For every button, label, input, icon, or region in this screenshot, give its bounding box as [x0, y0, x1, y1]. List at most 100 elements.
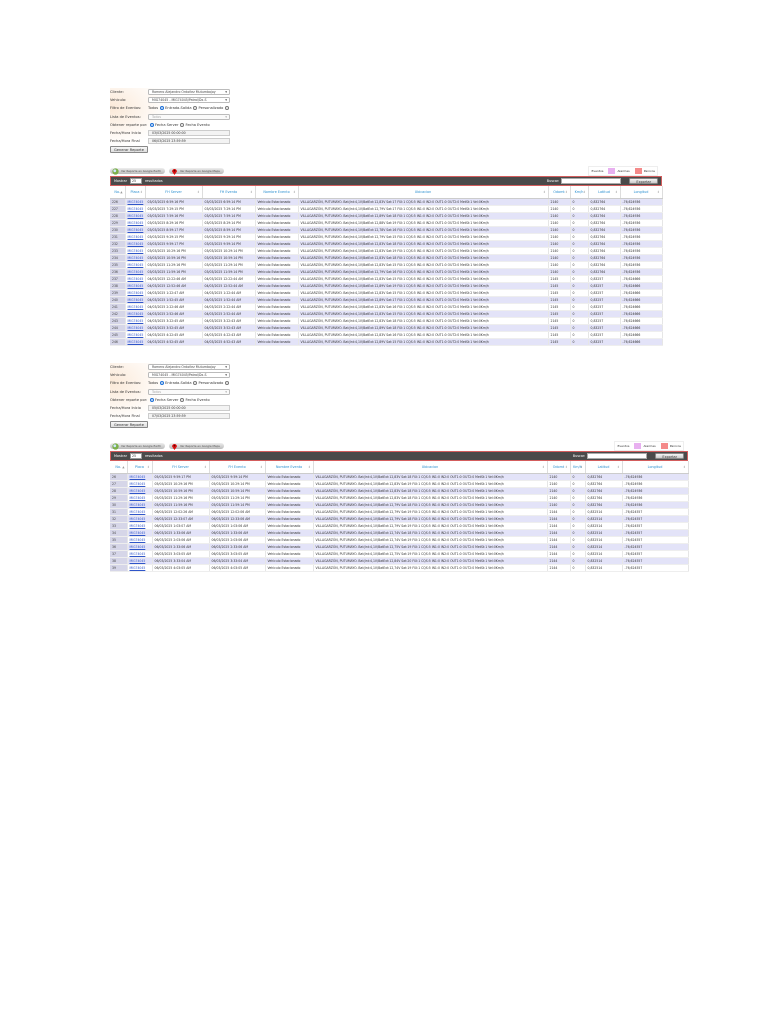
placa-link[interactable]: MIG74045: [128, 319, 144, 323]
column-header-fh-evento[interactable]: FH Evento ⇕: [202, 186, 256, 199]
column-header-no[interactable]: No. ▲: [110, 461, 128, 474]
generar-reporte-button[interactable]: Generar Reporte: [110, 421, 148, 429]
placa-link[interactable]: MIG74045: [128, 242, 144, 246]
todos-radio[interactable]: [159, 381, 164, 386]
sort-icon[interactable]: ⇕: [140, 190, 143, 194]
column-header-latitud[interactable]: Latitud ⇕: [588, 186, 621, 199]
placa-link[interactable]: MIG74045: [128, 284, 144, 288]
search-input[interactable]: [561, 178, 622, 184]
column-header-longitud[interactable]: Longitud ⇕: [622, 461, 689, 474]
sort-icon[interactable]: ⇕: [615, 190, 618, 194]
placa-link[interactable]: MIG74045: [128, 235, 144, 239]
sort-icon[interactable]: ⇕: [542, 465, 545, 469]
sort-icon[interactable]: ⇕: [147, 465, 150, 469]
column-header-ubicacion[interactable]: Ubicacion ⇕: [298, 186, 549, 199]
column-header-velocidad[interactable]: Km/h ⇕: [570, 186, 589, 199]
fecha-inicio-input[interactable]: 03/03/2025 00:00:00: [148, 130, 230, 136]
sort-icon[interactable]: ⇕: [543, 190, 546, 194]
personalizado-radio[interactable]: [224, 381, 229, 386]
placa-link[interactable]: MIG74045: [128, 263, 144, 267]
placa-link[interactable]: MIG74045: [128, 221, 144, 225]
fecha-final-input[interactable]: 06/03/2025 23:59:59: [148, 138, 230, 144]
placa-link[interactable]: MIG74045: [128, 228, 144, 232]
placa-link[interactable]: MIG74045: [130, 566, 146, 570]
entrada-salida-radio[interactable]: [193, 381, 198, 386]
google-earth-button[interactable]: Ver Reporte en Google Earth: [110, 442, 165, 450]
placa-link[interactable]: MIG74045: [130, 482, 146, 486]
placa-link[interactable]: MIG74045: [130, 489, 146, 493]
placa-link[interactable]: MIG74045: [130, 475, 146, 479]
lista-eventos-select[interactable]: Todos: [148, 113, 230, 120]
placa-link[interactable]: MIG74045: [128, 305, 144, 309]
column-header-nombre-evento[interactable]: Nombre Evento ⇕: [265, 461, 314, 474]
placa-link[interactable]: MIG74045: [130, 510, 146, 514]
sort-icon[interactable]: ⇕: [683, 465, 686, 469]
column-header-fh-server[interactable]: FH Server ⇕: [152, 461, 210, 474]
sort-icon[interactable]: ⇕: [657, 190, 660, 194]
column-header-odometro[interactable]: Odomt ⇕: [548, 186, 571, 199]
placa-link[interactable]: MIG74045: [130, 496, 146, 500]
placa-link[interactable]: MIG74045: [130, 531, 146, 535]
placa-link[interactable]: MIG74045: [128, 326, 144, 330]
placa-link[interactable]: MIG74045: [130, 524, 146, 528]
exportar-button[interactable]: Exportar: [629, 177, 658, 185]
sort-icon[interactable]: ⇕: [204, 465, 207, 469]
placa-link[interactable]: MIG74045: [128, 270, 144, 274]
cliente-select[interactable]: Romero Alejandro Ordoñez Mutumbajoy: [148, 364, 230, 371]
page-size-select[interactable]: 25: [129, 178, 142, 184]
placa-link[interactable]: MIG74045: [130, 517, 146, 521]
column-header-fh-evento[interactable]: FH Evento ⇕: [209, 461, 266, 474]
fecha-evento-radio[interactable]: [179, 397, 184, 402]
column-header-placa[interactable]: Placa ⇕: [125, 186, 146, 199]
column-header-fh-server[interactable]: FH Server ⇕: [145, 186, 203, 199]
placa-link[interactable]: MIG74045: [128, 207, 144, 211]
entrada-salida-radio[interactable]: [193, 106, 198, 111]
column-header-latitud[interactable]: Latitud ⇕: [585, 461, 623, 474]
placa-link[interactable]: MIG74045: [128, 333, 144, 337]
generar-reporte-button[interactable]: Generar Reporte: [110, 146, 148, 154]
google-earth-button[interactable]: Ver Reporte en Google Earth: [110, 167, 165, 175]
placa-link[interactable]: MIG74045: [128, 214, 144, 218]
placa-link[interactable]: MIG74045: [130, 552, 146, 556]
column-header-longitud[interactable]: Longitud ⇕: [620, 186, 663, 199]
placa-link[interactable]: MIG74045: [128, 291, 144, 295]
sort-icon[interactable]: ⇕: [260, 465, 263, 469]
exportar-button[interactable]: Exportar: [655, 452, 684, 460]
column-header-ubicacion[interactable]: Ubicacion ⇕: [313, 461, 548, 474]
sort-icon[interactable]: ⇕: [583, 190, 586, 194]
placa-link[interactable]: MIG74045: [130, 503, 146, 507]
google-maps-button[interactable]: Ver Reporte en Google Maps: [168, 168, 224, 175]
todos-radio[interactable]: [159, 106, 164, 111]
placa-link[interactable]: MIG74045: [128, 256, 144, 260]
cliente-select[interactable]: Romero Alejandro Ordoñez Mutumbajoy: [148, 89, 230, 96]
placa-link[interactable]: MIG74045: [128, 249, 144, 253]
placa-link[interactable]: MIG74045: [128, 298, 144, 302]
google-maps-button[interactable]: Ver Reporte en Google Maps: [168, 443, 224, 450]
vehiculo-select[interactable]: MIG74045 - MIG74045/Patrol/Dx-S: [148, 372, 230, 379]
column-header-nombre-evento[interactable]: Nombre Evento ⇕: [255, 186, 299, 199]
fecha-inicio-input[interactable]: 05/03/2025 00:00:00: [148, 405, 230, 411]
placa-link[interactable]: MIG74045: [128, 277, 144, 281]
sort-icon[interactable]: ▲: [122, 465, 124, 469]
sort-icon[interactable]: ⇕: [308, 465, 311, 469]
sort-icon[interactable]: ▲: [120, 190, 122, 194]
sort-icon[interactable]: ⇕: [197, 190, 200, 194]
sort-icon[interactable]: ⇕: [565, 465, 568, 469]
column-header-velocidad[interactable]: Km/h ⇕: [570, 461, 586, 474]
placa-link[interactable]: MIG74045: [128, 312, 144, 316]
fecha-evento-radio[interactable]: [179, 122, 184, 127]
fecha-server-radio[interactable]: [149, 122, 154, 127]
column-header-odometro[interactable]: Odomt ⇕: [547, 461, 571, 474]
lista-eventos-select[interactable]: Todos: [148, 388, 230, 395]
sort-icon[interactable]: ⇕: [250, 190, 253, 194]
sort-icon[interactable]: ⇕: [293, 190, 296, 194]
personalizado-radio[interactable]: [224, 106, 229, 111]
search-input[interactable]: [587, 453, 648, 459]
sort-icon[interactable]: ⇕: [617, 465, 620, 469]
column-header-no[interactable]: No. ▲: [110, 186, 126, 199]
page-size-select[interactable]: 25: [129, 453, 142, 459]
fecha-final-input[interactable]: 07/03/2025 23:59:59: [148, 413, 230, 419]
sort-icon[interactable]: ⇕: [565, 190, 568, 194]
placa-link[interactable]: MIG74045: [130, 559, 146, 563]
placa-link[interactable]: MIG74045: [128, 200, 144, 204]
